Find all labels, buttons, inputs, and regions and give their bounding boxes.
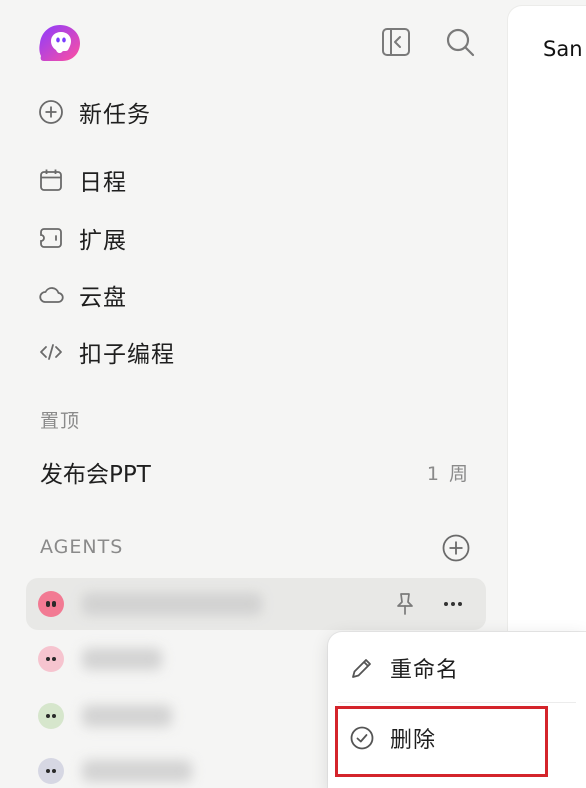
nav-new-task[interactable]: 新任务: [38, 92, 151, 132]
agents-section-label: AGENTS: [40, 536, 124, 558]
add-agent-icon[interactable]: [441, 533, 471, 563]
pinned-item[interactable]: 发布会PPT 1 周: [40, 452, 470, 492]
agent-name-blurred: [82, 648, 162, 670]
cloud-icon: [38, 282, 64, 308]
pinned-item-time: 1 周: [426, 462, 470, 485]
calendar-icon: [38, 167, 64, 193]
nav-label: 云盘: [79, 285, 127, 311]
nav-label: 日程: [79, 170, 127, 196]
nav-cloud-drive[interactable]: 云盘: [38, 275, 127, 315]
search-icon[interactable]: [444, 26, 476, 58]
more-options-icon[interactable]: [440, 591, 466, 621]
nav-schedule[interactable]: 日程: [38, 160, 127, 200]
nav-label: 扣子编程: [79, 342, 175, 368]
pinned-item-title: 发布会PPT: [40, 462, 151, 488]
agent-context-menu: 重命名 删除: [328, 632, 586, 788]
pinned-section-label: 置顶: [40, 410, 81, 432]
app-logo[interactable]: [38, 23, 82, 63]
rename-menu-item[interactable]: 重命名: [328, 638, 586, 698]
agent-avatar: [38, 758, 64, 784]
extension-icon: [38, 225, 64, 251]
nav-label: 扩展: [79, 228, 127, 254]
code-icon: [38, 339, 64, 365]
agent-name-blurred: [82, 705, 172, 727]
collapse-sidebar-icon[interactable]: [380, 26, 412, 58]
nav-extensions[interactable]: 扩展: [38, 218, 127, 258]
check-circle-icon: [350, 726, 374, 750]
agent-name-blurred: [82, 760, 192, 782]
menu-divider: [338, 702, 576, 703]
main-title: San: [543, 37, 583, 61]
agent-avatar: [38, 703, 64, 729]
delete-label: 删除: [390, 728, 437, 753]
nav-label: 新任务: [79, 102, 151, 128]
agent-name-blurred: [82, 593, 262, 615]
nav-coze-coding[interactable]: 扣子编程: [38, 332, 175, 372]
pin-icon[interactable]: [392, 591, 418, 621]
agent-avatar: [38, 646, 64, 672]
pencil-icon: [352, 659, 371, 678]
agent-avatar: [38, 591, 64, 617]
delete-menu-item[interactable]: 删除: [328, 708, 586, 768]
agent-row[interactable]: [26, 578, 486, 630]
plus-circle-icon: [38, 99, 64, 125]
rename-label: 重命名: [390, 658, 460, 683]
